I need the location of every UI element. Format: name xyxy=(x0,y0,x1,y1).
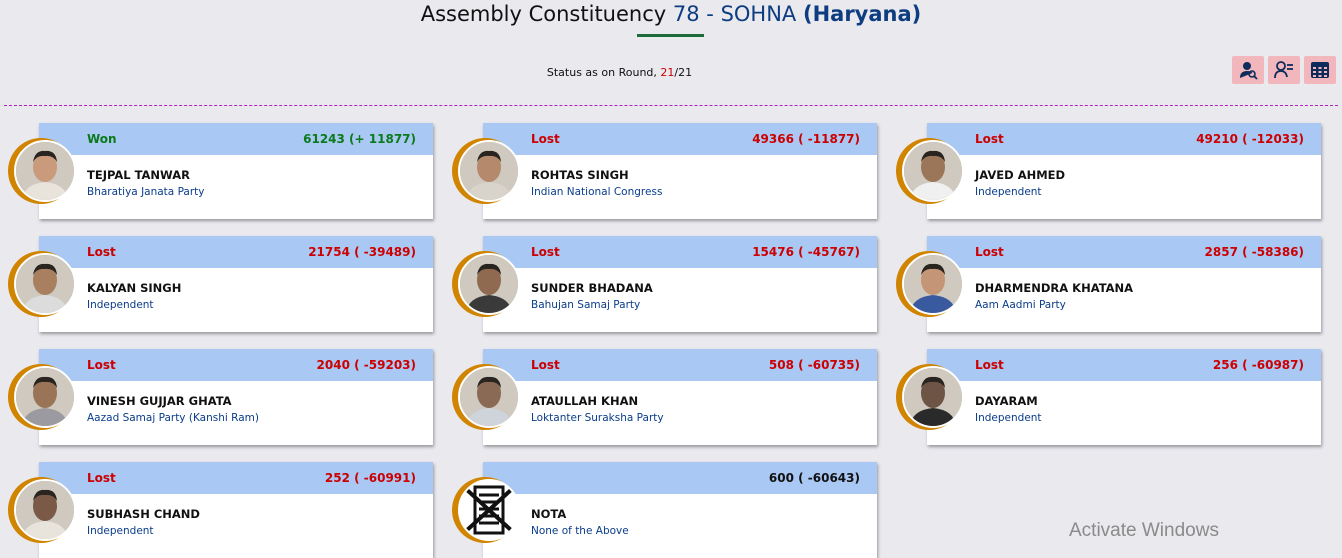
candidate-photo xyxy=(458,140,520,202)
candidate-card[interactable]: Lost 49366 ( -11877) ROHTAS SINGH Indian Na… xyxy=(483,123,877,219)
party-name: Bharatiya Janata Party xyxy=(87,186,205,198)
activate-windows-watermark: Activate Windows xyxy=(1069,520,1219,541)
candidate-card-header: Lost 21754 ( -39489) xyxy=(39,236,433,268)
title-separator: - xyxy=(706,2,714,26)
candidate-photo xyxy=(14,366,76,428)
candidate-name: ROHTAS SINGH xyxy=(531,168,629,182)
party-name: None of the Above xyxy=(531,525,629,537)
candidate-card[interactable]: Lost 2857 ( -58386) DHARMENDRA KHATANA Aam … xyxy=(927,236,1321,332)
vote-count: 252 ( -60991) xyxy=(324,471,416,485)
candidate-card-header: Lost 15476 ( -45767) xyxy=(483,236,877,268)
vote-count: 21754 ( -39489) xyxy=(308,245,416,259)
result-status: Lost xyxy=(975,245,1004,259)
candidate-list-icon xyxy=(1274,61,1293,79)
candidate-photo xyxy=(902,253,964,315)
page-title: Assembly Constituency 78 - SOHNA (Haryan… xyxy=(0,2,1342,26)
result-status: Lost xyxy=(531,132,560,146)
candidate-card-header: Lost 49210 ( -12033) xyxy=(927,123,1321,155)
party-name: Aam Aadmi Party xyxy=(975,299,1066,311)
result-status: Lost xyxy=(531,245,560,259)
candidate-name: TEJPAL TANWAR xyxy=(87,168,190,182)
candidate-list-button[interactable] xyxy=(1268,56,1300,84)
candidate-name: NOTA xyxy=(531,507,567,521)
candidate-card-header: Won 61243 (+ 11877) xyxy=(39,123,433,155)
candidate-name: DHARMENDRA KHATANA xyxy=(975,281,1134,295)
party-name: Loktanter Suraksha Party xyxy=(531,412,664,424)
result-status: Lost xyxy=(87,245,116,259)
candidate-card[interactable]: Lost 15476 ( -45767) SUNDER BHADANA Bahujan… xyxy=(483,236,877,332)
candidate-name: SUBHASH CHAND xyxy=(87,507,200,521)
candidate-photo xyxy=(458,253,520,315)
current-round: 21 xyxy=(660,66,675,79)
candidate-card-header: Lost 2040 ( -59203) xyxy=(39,349,433,381)
candidate-photo xyxy=(902,366,964,428)
party-name: Aazad Samaj Party (Kanshi Ram) xyxy=(87,412,259,424)
candidate-card-header: Lost 252 ( -60991) xyxy=(39,462,433,494)
candidate-name: KALYAN SINGH xyxy=(87,281,182,295)
vote-count: 61243 (+ 11877) xyxy=(303,132,416,146)
total-rounds: 21 xyxy=(678,66,693,79)
candidate-card-header: Lost 49366 ( -11877) xyxy=(483,123,877,155)
candidate-name: JAVED AHMED xyxy=(975,168,1066,182)
party-name: Independent xyxy=(975,186,1042,198)
round-status: Status as on Round, 21/21 xyxy=(0,66,1239,79)
candidate-name: SUNDER BHADANA xyxy=(531,281,653,295)
candidate-photo xyxy=(14,253,76,315)
round-status-label: Status as on Round, xyxy=(546,66,657,79)
candidate-card[interactable]: Lost 256 ( -60987) DAYARAM Independent xyxy=(927,349,1321,445)
result-status: Won xyxy=(87,132,117,146)
candidate-photo xyxy=(458,366,520,428)
candidate-card[interactable]: 600 ( -60643) NOTA None of the Above xyxy=(483,462,877,558)
candidate-photo xyxy=(14,479,76,541)
candidate-card-header: 600 ( -60643) xyxy=(483,462,877,494)
vote-count: 15476 ( -45767) xyxy=(752,245,860,259)
party-name: Independent xyxy=(975,412,1042,424)
candidate-card[interactable]: Won 61243 (+ 11877) TEJPAL TANWAR Bharatiya… xyxy=(39,123,433,219)
party-name: Independent xyxy=(87,299,154,311)
candidate-name: VINESH GUJJAR GHATA xyxy=(87,394,232,408)
title-underline xyxy=(637,34,704,37)
section-divider xyxy=(4,105,1338,106)
party-name: Bahujan Samaj Party xyxy=(531,299,641,311)
nota-symbol-icon xyxy=(458,479,520,541)
party-name: Independent xyxy=(87,525,154,537)
vote-count: 2857 ( -58386) xyxy=(1204,245,1304,259)
table-view-button[interactable] xyxy=(1304,56,1336,84)
candidate-search-button[interactable] xyxy=(1232,56,1264,84)
vote-count: 508 ( -60735) xyxy=(768,358,860,372)
party-name: Indian National Congress xyxy=(531,186,663,198)
vote-count: 256 ( -60987) xyxy=(1212,358,1304,372)
result-status: Lost xyxy=(975,132,1004,146)
constituency-number: 78 xyxy=(672,2,700,26)
candidate-card[interactable]: Lost 252 ( -60991) SUBHASH CHAND Independen… xyxy=(39,462,433,558)
candidate-card[interactable]: Lost 2040 ( -59203) VINESH GUJJAR GHATA Aaz… xyxy=(39,349,433,445)
vote-count: 600 ( -60643) xyxy=(768,471,860,485)
candidate-card-header: Lost 508 ( -60735) xyxy=(483,349,877,381)
candidate-name: DAYARAM xyxy=(975,394,1038,408)
candidate-card-header: Lost 256 ( -60987) xyxy=(927,349,1321,381)
result-status: Lost xyxy=(87,471,116,485)
state-name: (Haryana) xyxy=(802,2,922,26)
vote-count: 49210 ( -12033) xyxy=(1196,132,1304,146)
candidate-name: ATAULLAH KHAN xyxy=(531,394,639,408)
vote-count: 49366 ( -11877) xyxy=(752,132,860,146)
result-status: Lost xyxy=(87,358,116,372)
vote-count: 2040 ( -59203) xyxy=(316,358,416,372)
candidate-photo xyxy=(902,140,964,202)
candidate-card-header: Lost 2857 ( -58386) xyxy=(927,236,1321,268)
constituency-name: SOHNA xyxy=(720,2,797,26)
candidate-card[interactable]: Lost 508 ( -60735) ATAULLAH KHAN Loktanter … xyxy=(483,349,877,445)
result-status: Lost xyxy=(531,358,560,372)
candidate-card[interactable]: Lost 49210 ( -12033) JAVED AHMED Independen… xyxy=(927,123,1321,219)
candidate-photo xyxy=(14,140,76,202)
candidate-card[interactable]: Lost 21754 ( -39489) KALYAN SINGH Independe… xyxy=(39,236,433,332)
table-view-icon xyxy=(1311,62,1329,78)
title-prefix: Assembly Constituency xyxy=(420,2,667,26)
result-status: Lost xyxy=(975,358,1004,372)
candidate-search-icon xyxy=(1240,62,1258,80)
